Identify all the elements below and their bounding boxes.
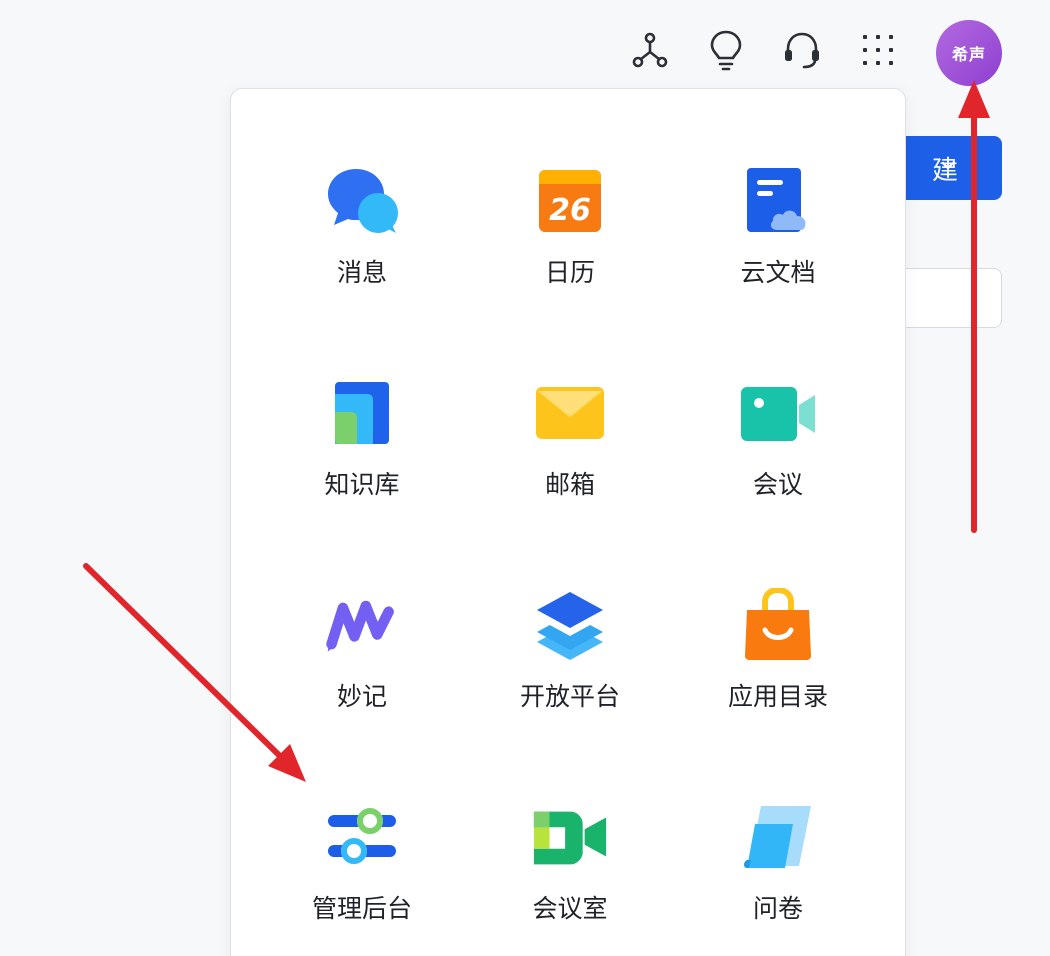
layers-icon (530, 585, 610, 665)
app-knowledge-base[interactable]: 知识库 (257, 373, 467, 553)
app-label: 日历 (544, 258, 595, 287)
search-input[interactable] (890, 268, 1002, 328)
app-open-platform[interactable]: 开放平台 (465, 585, 675, 765)
app-cloud-docs[interactable]: 云文档 (673, 161, 883, 341)
app-messages[interactable]: 消息 (257, 161, 467, 341)
knowledge-base-icon (322, 373, 402, 453)
app-label: 云文档 (740, 258, 816, 287)
app-admin-console[interactable]: 管理后台 (257, 797, 467, 956)
meeting-room-icon (530, 797, 610, 877)
headset-icon[interactable] (776, 24, 828, 76)
calendar-day: 26 (549, 193, 591, 228)
avatar[interactable]: 希声 (936, 20, 1002, 86)
calendar-icon: 26 (530, 161, 610, 241)
avatar-text: 希声 (951, 45, 986, 64)
message-bubbles-icon (322, 161, 402, 241)
app-minutes[interactable]: 妙记 (257, 585, 467, 765)
sliders-icon (322, 797, 402, 877)
app-label: 邮箱 (544, 470, 595, 499)
app-label: 开放平台 (519, 682, 620, 711)
app-calendar[interactable]: 26 日历 (465, 161, 675, 341)
app-label: 应用目录 (727, 682, 828, 711)
app-grid-icon[interactable] (852, 24, 904, 76)
app-launcher-panel: 消息 26 日历 云文档 知识库 邮箱 会议 妙记 开放平台 应用目录 管理后台… (230, 88, 906, 956)
cloud-doc-icon (738, 161, 818, 241)
survey-icon (738, 797, 818, 877)
app-label: 管理后台 (311, 894, 412, 923)
chevron-down-icon (941, 161, 955, 170)
app-meeting[interactable]: 会议 (673, 373, 883, 553)
app-label: 会议 (752, 470, 803, 499)
top-bar: 希声 (0, 0, 1050, 100)
app-directory[interactable]: 应用目录 (673, 585, 883, 765)
app-survey[interactable]: 问卷 (673, 797, 883, 956)
graph-nodes-icon[interactable] (624, 24, 676, 76)
mail-envelope-icon (530, 373, 610, 453)
app-meeting-room[interactable]: 会议室 (465, 797, 675, 956)
lightbulb-icon[interactable] (700, 24, 752, 76)
video-meeting-icon (738, 373, 818, 453)
app-mail[interactable]: 邮箱 (465, 373, 675, 553)
app-label: 妙记 (336, 682, 387, 711)
app-label: 会议室 (532, 894, 608, 923)
minutes-pen-icon (322, 585, 402, 665)
app-label: 消息 (336, 258, 387, 287)
shopping-bag-icon (738, 585, 818, 665)
app-label: 知识库 (324, 470, 400, 499)
app-label: 问卷 (752, 894, 803, 923)
